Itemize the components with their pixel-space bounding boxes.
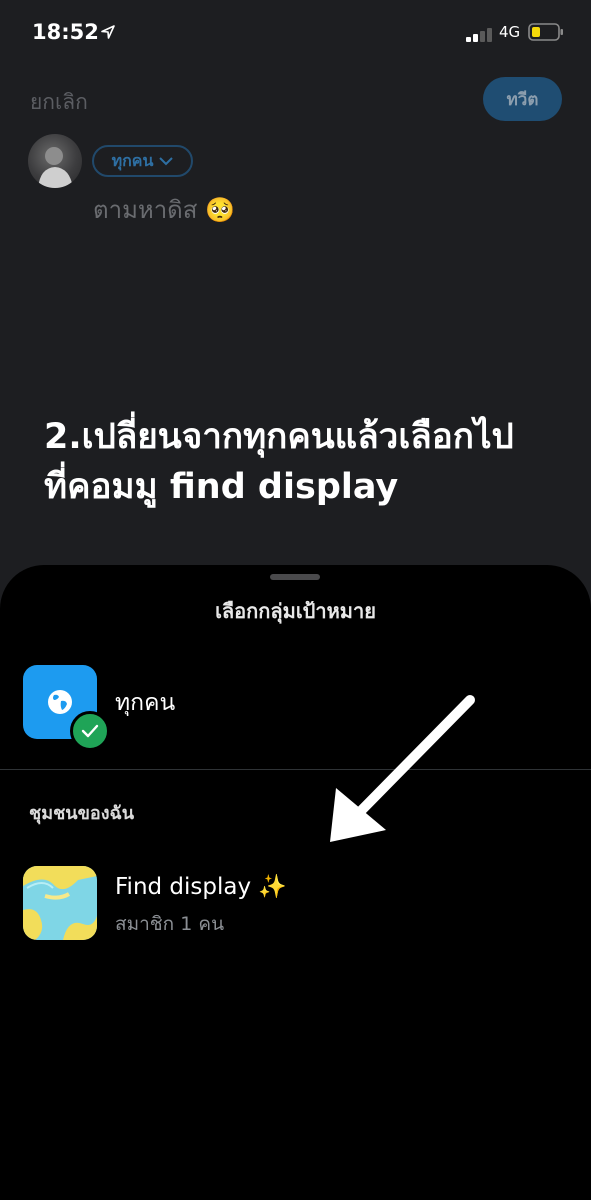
tweet-draft-text[interactable]: ตามหาดิส 🥺	[93, 190, 235, 229]
selected-check-icon	[70, 711, 110, 751]
caption-line-2: ที่คอมมู find display	[44, 467, 399, 507]
community-option-find-display[interactable]: Find display ✨ สมาชิก 1 คน	[0, 865, 591, 941]
sheet-drag-handle[interactable]	[270, 574, 320, 580]
clock: 18:52	[32, 20, 99, 44]
battery-icon	[528, 23, 563, 41]
divider	[0, 769, 591, 770]
chevron-down-icon	[159, 157, 174, 166]
cellular-signal-icon	[466, 28, 492, 42]
location-arrow-icon	[101, 25, 115, 39]
audience-label: ทุกคน	[111, 150, 154, 170]
audience-option-label: ทุกคน	[115, 690, 176, 716]
avatar[interactable]	[28, 134, 82, 188]
avatar-photo-icon	[38, 147, 73, 188]
audience-selector[interactable]: ทุกคน	[92, 145, 193, 177]
cancel-button[interactable]: ยกเลิก	[30, 86, 88, 119]
globe-icon	[48, 690, 72, 714]
audience-sheet: เลือกกลุ่มเป้าหมาย ทุกคน ชุมชนของฉัน Fin…	[0, 565, 591, 1200]
network-type: 4G	[499, 23, 521, 41]
sheet-title: เลือกกลุ่มเป้าหมาย	[215, 599, 376, 623]
section-heading-my-communities: ชุมชนของฉัน	[29, 803, 135, 824]
instruction-caption: 2.เปลี่ยนจากทุกคนแล้วเลือกไป ที่คอมมู fi…	[44, 412, 574, 512]
status-bar: 18:52 4G	[0, 0, 591, 70]
community-name: Find display ✨	[115, 874, 288, 900]
caption-line-1: 2.เปลี่ยนจากทุกคนแล้วเลือกไป	[44, 417, 514, 457]
community-thumbnail	[23, 866, 97, 940]
tweet-button[interactable]: ทวีต	[483, 77, 562, 121]
annotation-arrow-icon	[330, 695, 475, 842]
audience-option-everyone[interactable]: ทุกคน	[0, 663, 591, 751]
community-member-count: สมาชิก 1 คน	[115, 913, 225, 935]
